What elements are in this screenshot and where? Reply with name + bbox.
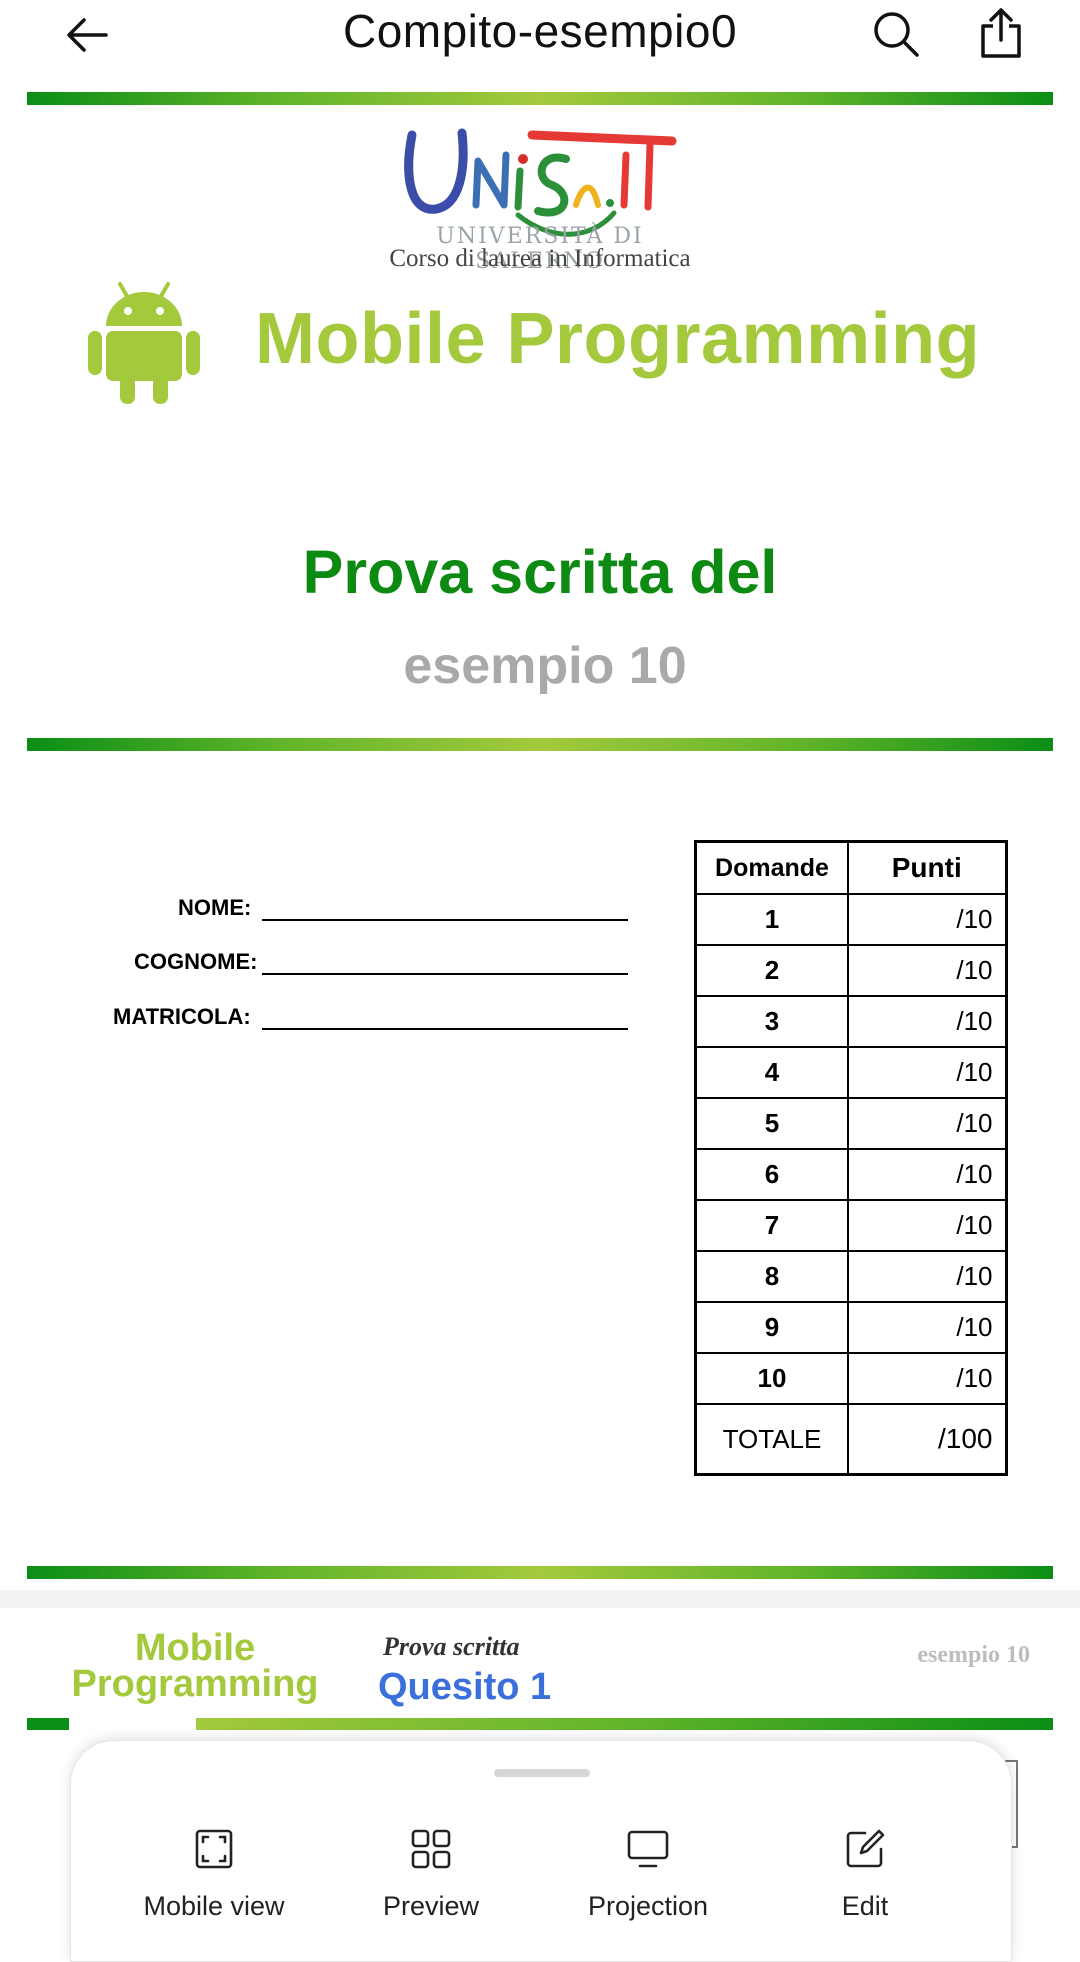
edit-button[interactable]: Edit bbox=[765, 1827, 965, 1922]
android-icon bbox=[88, 282, 200, 404]
degree-name: Corso di laurea in Informatica bbox=[389, 245, 691, 272]
table-row: 4/10 bbox=[694, 1046, 1007, 1099]
total-row: TOTALE /100 bbox=[694, 1403, 1007, 1476]
question-number: 1 bbox=[694, 893, 849, 946]
question-number: 8 bbox=[694, 1250, 849, 1303]
monitor-icon bbox=[627, 1830, 669, 1868]
question-number: 10 bbox=[694, 1352, 849, 1405]
student-id-label: MATRICOLA: bbox=[113, 1004, 251, 1029]
mobile-view-button[interactable]: Mobile view bbox=[114, 1827, 314, 1922]
points-cell: /10 bbox=[847, 1199, 1007, 1252]
page2-divider-left bbox=[27, 1718, 69, 1730]
page2-exam-date: esempio 10 bbox=[917, 1642, 1030, 1668]
fullscreen-icon bbox=[195, 1829, 233, 1869]
table-row: 2/10 bbox=[694, 944, 1007, 997]
search-icon[interactable] bbox=[870, 8, 922, 60]
projection-button[interactable]: Projection bbox=[548, 1827, 748, 1922]
points-cell: /10 bbox=[847, 995, 1007, 1048]
total-points: /100 bbox=[847, 1403, 1007, 1476]
total-label: TOTALE bbox=[694, 1403, 849, 1476]
page2-course-title: Mobile Programming bbox=[60, 1627, 330, 1705]
question-number: 9 bbox=[694, 1301, 849, 1354]
page2-divider bbox=[196, 1718, 1053, 1730]
top-divider bbox=[27, 92, 1053, 105]
exam-date: esempio 10 bbox=[403, 637, 687, 695]
table-row: 8/10 bbox=[694, 1250, 1007, 1303]
course-title: Mobile Programming bbox=[255, 299, 981, 379]
preview-button[interactable]: Preview bbox=[331, 1827, 531, 1922]
table-row: 10/10 bbox=[694, 1352, 1007, 1405]
points-cell: /10 bbox=[847, 1250, 1007, 1303]
projection-label: Projection bbox=[587, 1891, 709, 1921]
surname-line bbox=[262, 973, 628, 975]
page2-course-line1: Mobile bbox=[134, 1627, 256, 1669]
name-field: NOME: bbox=[178, 895, 628, 921]
name-line bbox=[262, 919, 628, 921]
page2-exam-label: Prova scritta bbox=[383, 1632, 520, 1661]
surname-label: COGNOME: bbox=[134, 949, 258, 974]
points-cell: /10 bbox=[847, 1046, 1007, 1099]
score-table: Domande Punti 1/10 2/10 3/10 4/10 5/10 6… bbox=[694, 840, 1008, 1476]
student-id-field: MATRICOLA: bbox=[113, 1004, 628, 1030]
table-row: 1/10 bbox=[694, 893, 1007, 946]
question-number: 4 bbox=[694, 1046, 849, 1099]
edit-label: Edit bbox=[841, 1891, 889, 1921]
preview-label: Preview bbox=[382, 1891, 480, 1921]
question-number: 6 bbox=[694, 1148, 849, 1201]
points-cell: /10 bbox=[847, 1301, 1007, 1354]
page2-question-title: Quesito 1 bbox=[378, 1666, 552, 1708]
question-number: 5 bbox=[694, 1097, 849, 1150]
points-cell: /10 bbox=[847, 944, 1007, 997]
table-header-row: Domande Punti bbox=[694, 840, 1007, 895]
student-id-line bbox=[262, 1028, 628, 1030]
page2-course-line2: Programming bbox=[71, 1663, 319, 1705]
exam-title: Prova scritta del bbox=[302, 538, 778, 606]
table-header: Punti bbox=[847, 840, 1007, 895]
table-row: 9/10 bbox=[694, 1301, 1007, 1354]
name-label: NOME: bbox=[178, 895, 252, 920]
drag-handle[interactable] bbox=[494, 1769, 590, 1777]
header-divider bbox=[27, 738, 1053, 751]
table-row: 6/10 bbox=[694, 1148, 1007, 1201]
table-row: 7/10 bbox=[694, 1199, 1007, 1252]
table-row: 3/10 bbox=[694, 995, 1007, 1048]
points-cell: /10 bbox=[847, 1148, 1007, 1201]
points-cell: /10 bbox=[847, 1097, 1007, 1150]
mobile-view-label: Mobile view bbox=[143, 1891, 285, 1921]
bottom-toolbar-sheet: Mobile view Preview Projection Edit bbox=[70, 1740, 1012, 1962]
page-separator bbox=[0, 1590, 1080, 1608]
question-number: 2 bbox=[694, 944, 849, 997]
share-icon[interactable] bbox=[975, 6, 1027, 60]
surname-field: COGNOME: bbox=[134, 949, 628, 975]
points-cell: /10 bbox=[847, 1352, 1007, 1405]
points-cell: /10 bbox=[847, 893, 1007, 946]
edit-icon bbox=[846, 1829, 885, 1868]
question-number: 3 bbox=[694, 995, 849, 1048]
footer-divider bbox=[27, 1566, 1053, 1579]
app-bar: Compito-esempio0 bbox=[0, 0, 1080, 80]
question-number: 7 bbox=[694, 1199, 849, 1252]
table-header: Domande bbox=[694, 840, 849, 895]
grid-icon bbox=[411, 1829, 451, 1869]
table-row: 5/10 bbox=[694, 1097, 1007, 1150]
